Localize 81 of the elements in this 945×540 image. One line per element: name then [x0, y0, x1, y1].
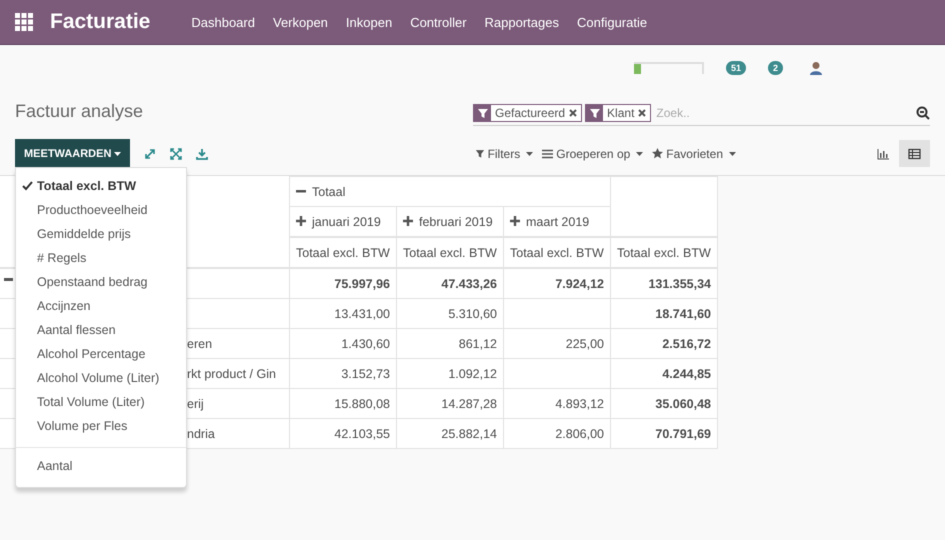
table-cell: 4.893,12	[504, 388, 610, 418]
measure-header: Totaal excl. BTW	[290, 237, 396, 268]
download-icon[interactable]	[196, 148, 208, 160]
filter-facet[interactable]: Gefactureerd	[473, 104, 582, 122]
page-title: Factuur analyse	[15, 101, 144, 123]
table-cell: 75.997,96	[290, 268, 396, 298]
menu-item[interactable]: # Regels	[16, 246, 186, 270]
search-option[interactable]: Favorieten	[652, 146, 736, 160]
option-label: Favorieten	[666, 146, 723, 160]
menu-item[interactable]: Alcohol Volume (Liter)	[16, 366, 186, 390]
star-icon	[652, 148, 664, 159]
table-cell: 1.430,60	[290, 328, 396, 358]
menu-item[interactable]: Total Volume (Liter)	[16, 390, 186, 414]
menu-link[interactable]: Configuratie	[568, 14, 656, 30]
menu-link[interactable]: Rapportages	[476, 14, 568, 30]
filter-icon	[476, 107, 488, 119]
table-cell: 15.880,08	[290, 388, 396, 418]
plus-icon[interactable]	[296, 216, 306, 226]
caret-icon	[114, 152, 122, 156]
caret-icon	[729, 152, 736, 156]
table-cell: 35.060,48	[610, 388, 718, 418]
table-cell: 4.244,85	[610, 358, 718, 388]
option-label: Groeperen op	[556, 146, 630, 160]
measure-header: Totaal excl. BTW	[610, 237, 718, 268]
table-cell: 5.310,60	[396, 298, 504, 328]
menu-item[interactable]: Openstaand bedrag	[16, 270, 186, 294]
apps-menu-icon[interactable]	[15, 13, 33, 31]
menu-link[interactable]: Dashboard	[182, 14, 264, 30]
measures-button[interactable]: MEETWAARDEN	[15, 139, 130, 168]
search-icon[interactable]	[916, 106, 930, 120]
close-icon[interactable]	[569, 109, 578, 117]
plus-icon[interactable]	[510, 216, 520, 226]
menu-item[interactable]: Totaal excl. BTW	[16, 174, 186, 198]
filter-icon	[474, 148, 485, 159]
menu-item[interactable]: Aantal	[16, 454, 186, 478]
list-icon	[542, 148, 554, 158]
fullscreen-icon[interactable]	[170, 148, 182, 160]
menu-link[interactable]: Inkopen	[336, 14, 402, 30]
measure-header: Totaal excl. BTW	[504, 237, 610, 268]
table-cell: 13.431,00	[290, 298, 396, 328]
filter-icon	[588, 107, 601, 119]
search-option[interactable]: Groeperen op	[542, 146, 644, 160]
menu-item[interactable]: Producthoeveelheid	[16, 198, 186, 222]
avatar-icon[interactable]	[809, 61, 824, 75]
notification-badge[interactable]: 2	[768, 61, 784, 75]
table-cell: 1.092,12	[396, 358, 504, 388]
table-cell: 25.882,14	[396, 418, 504, 448]
option-label: Filters	[488, 146, 520, 160]
table-cell: 3.152,73	[290, 358, 396, 388]
app-title: Facturatie	[50, 10, 150, 34]
table-cell: 2.516,72	[610, 328, 718, 358]
view-switch[interactable]	[899, 140, 930, 167]
close-icon[interactable]	[638, 109, 646, 117]
progress-bar	[634, 62, 704, 74]
table-cell: 225,00	[504, 328, 610, 358]
table-cell: 2.806,00	[504, 418, 610, 448]
table-cell: 42.103,55	[290, 418, 396, 448]
notification-badge[interactable]: 51	[726, 61, 746, 75]
menu-item[interactable]: Gemiddelde prijs	[16, 222, 186, 246]
plus-icon[interactable]	[403, 216, 413, 226]
bar-chart-icon	[878, 148, 890, 159]
table-cell: 14.287,28	[396, 388, 504, 418]
filter-facet[interactable]: Klant	[585, 104, 652, 122]
checkmark-icon	[22, 181, 33, 191]
caret-icon	[526, 152, 534, 156]
search-field[interactable]: Gefactureerd Klant Zoek..	[473, 101, 930, 126]
menu-link[interactable]: Controller	[401, 14, 476, 30]
table-cell: 18.741,60	[610, 298, 718, 328]
table-cell: 70.791,69	[610, 418, 718, 448]
table-icon	[908, 148, 921, 159]
expand-icon[interactable]	[144, 148, 156, 160]
measure-header: Totaal excl. BTW	[396, 237, 504, 268]
table-cell: 7.924,12	[504, 268, 610, 298]
table-cell: 47.433,26	[396, 268, 504, 298]
menu-link[interactable]: Verkopen	[264, 14, 337, 30]
table-cell: 131.355,34	[610, 268, 718, 298]
menu-item[interactable]: Accijnzen	[16, 294, 186, 318]
search-option[interactable]: Filters	[474, 146, 534, 160]
caret-icon	[636, 152, 644, 156]
table-cell: 861,12	[396, 328, 504, 358]
column-header[interactable]: Totaal	[290, 176, 610, 206]
